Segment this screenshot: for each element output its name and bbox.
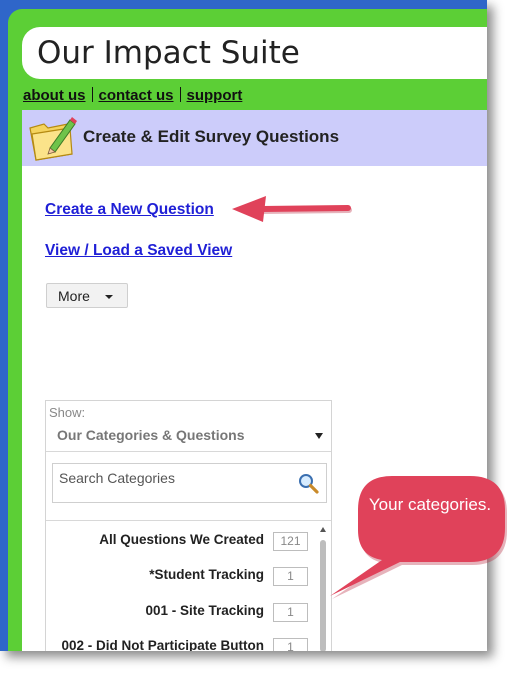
category-row[interactable]: 002 - Did Not Participate Button 1	[46, 636, 308, 651]
survey-panel: Create & Edit Survey Questions Create a …	[22, 110, 487, 651]
nav-divider	[91, 87, 93, 102]
create-new-question-link[interactable]: Create a New Question	[45, 201, 214, 219]
category-count: 121	[273, 532, 308, 551]
category-count: 1	[273, 638, 308, 651]
app-title: Our Impact Suite	[37, 35, 300, 71]
top-nav: about us contact us support	[23, 87, 242, 104]
view-saved-view-link[interactable]: View / Load a Saved View	[45, 242, 232, 260]
divider	[46, 520, 331, 521]
app-window: Our Impact Suite about us contact us suppo…	[0, 0, 487, 651]
category-row[interactable]: 001 - Site Tracking 1	[46, 601, 308, 625]
scroll-up-icon[interactable]	[320, 527, 326, 532]
category-name: 001 - Site Tracking	[145, 603, 264, 618]
more-button-label: More	[58, 288, 90, 304]
category-count: 1	[273, 567, 308, 586]
about-us-link[interactable]: about us	[23, 87, 86, 104]
category-row[interactable]: All Questions We Created 121	[46, 530, 308, 554]
nav-divider	[179, 87, 181, 102]
categories-panel: Show: Our Categories & Questions Search …	[45, 400, 332, 651]
folder-pencil-icon	[29, 117, 77, 161]
divider	[46, 451, 331, 452]
show-label: Show:	[49, 405, 86, 420]
panel-title: Create & Edit Survey Questions	[83, 127, 340, 146]
category-count: 1	[273, 603, 308, 622]
show-dropdown[interactable]: Our Categories & Questions	[57, 427, 244, 443]
search-placeholder: Search Categories	[59, 470, 175, 486]
category-name: 002 - Did Not Participate Button	[61, 638, 264, 651]
search-categories-input[interactable]: Search Categories	[52, 463, 327, 503]
category-row[interactable]: *Student Tracking 1	[46, 565, 308, 589]
panel-header: Create & Edit Survey Questions	[22, 110, 487, 166]
scrollbar-thumb[interactable]	[320, 540, 326, 651]
caret-down-icon	[105, 295, 113, 299]
contact-us-link[interactable]: contact us	[99, 87, 174, 104]
category-name: *Student Tracking	[149, 567, 264, 582]
callout-text: Your categories.	[368, 495, 492, 514]
category-name: All Questions We Created	[99, 532, 264, 547]
app-title-bar: Our Impact Suite	[22, 27, 487, 79]
support-link[interactable]: support	[187, 87, 243, 104]
more-button[interactable]: More	[46, 283, 128, 308]
search-icon[interactable]	[297, 472, 319, 494]
dropdown-arrow-icon[interactable]	[315, 433, 323, 439]
